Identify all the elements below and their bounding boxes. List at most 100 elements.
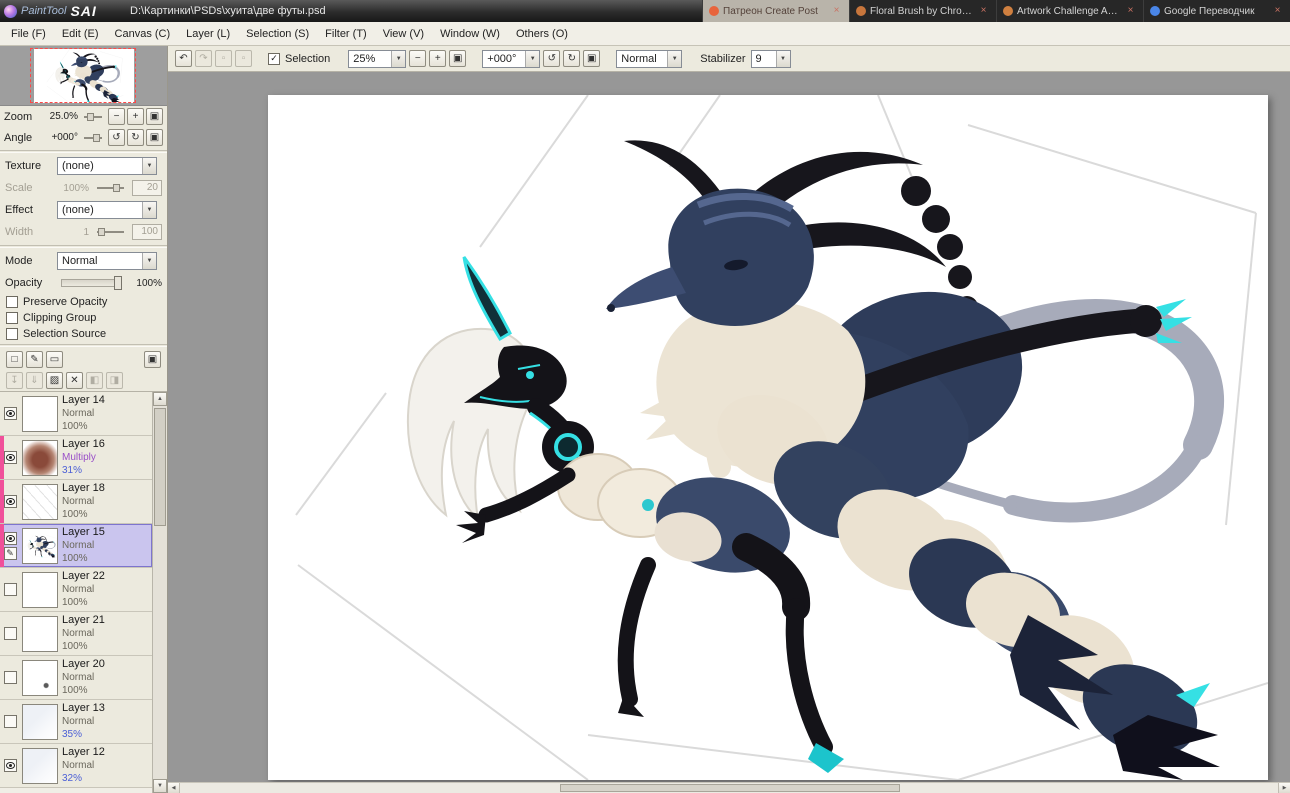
selection-undo-button[interactable]: ▫ <box>215 50 232 67</box>
clear-layer-button[interactable]: ▨ <box>46 372 63 389</box>
navigator-panel[interactable] <box>0 46 167 106</box>
zoom-reset-button[interactable]: ▣ <box>449 50 466 67</box>
new-layer-set-button[interactable]: ▭ <box>46 351 63 368</box>
browser-tab[interactable]: Artwork Challenge Arc…× <box>996 0 1143 22</box>
menu-item[interactable]: Layer (L) <box>179 25 237 43</box>
layer-row[interactable]: Layer 22Normal100% <box>0 568 152 612</box>
layer-visibility-toggle[interactable] <box>4 715 17 728</box>
layer-visibility-toggle[interactable] <box>4 532 17 545</box>
rotate-ccw-button[interactable]: ↺ <box>108 129 125 146</box>
canvas-area[interactable]: ◀ ▶ <box>168 72 1290 793</box>
dropdown-button[interactable]: ▼ <box>142 253 156 269</box>
layer-visibility-toggle[interactable] <box>4 759 17 772</box>
zoom-in-button[interactable]: + <box>127 108 144 125</box>
zoom-reset-button[interactable]: ▣ <box>146 108 163 125</box>
checkbox[interactable] <box>6 328 18 340</box>
rotate-cw-button[interactable]: ↻ <box>127 129 144 146</box>
close-tab-icon[interactable]: × <box>1271 5 1284 18</box>
layer-option[interactable]: Preserve Opacity <box>0 294 167 310</box>
undo-button[interactable]: ↶ <box>175 50 192 67</box>
menu-item[interactable]: Others (O) <box>509 25 575 43</box>
layer-row[interactable]: Layer 20Normal100% <box>0 656 152 700</box>
redo-button[interactable]: ↷ <box>195 50 212 67</box>
checkbox[interactable] <box>6 312 18 324</box>
stencil-button[interactable]: ◨ <box>106 372 123 389</box>
menu-item[interactable]: Window (W) <box>433 25 507 43</box>
zoom-slider[interactable] <box>84 110 102 124</box>
menu-item[interactable]: View (V) <box>376 25 431 43</box>
scroll-up-button[interactable]: ▲ <box>153 392 167 406</box>
layer-option[interactable]: Selection Source <box>0 326 167 342</box>
layer-visibility-toggle[interactable] <box>4 583 17 596</box>
opacity-slider[interactable] <box>61 279 122 287</box>
scrollbar-thumb[interactable] <box>154 408 166 526</box>
dropdown-button[interactable]: ▼ <box>667 51 681 67</box>
rotate-reset-button[interactable]: ▣ <box>583 50 600 67</box>
paint-effect-button[interactable]: ▣ <box>144 351 161 368</box>
canvas-horizontal-scrollbar[interactable]: ◀ ▶ <box>168 782 1290 793</box>
layer-visibility-toggle[interactable] <box>4 451 17 464</box>
layer-mode-select[interactable]: Normal ▼ <box>57 252 157 270</box>
delete-layer-button[interactable]: ✕ <box>66 372 83 389</box>
texture-select[interactable]: (none) ▼ <box>57 157 157 175</box>
dropdown-button[interactable]: ▼ <box>525 51 539 67</box>
browser-tab[interactable]: Floral Brush by Chrom…× <box>849 0 996 22</box>
zoom-out-button[interactable]: − <box>108 108 125 125</box>
mask-button[interactable]: ◧ <box>86 372 103 389</box>
rotate-cw-button[interactable]: ↻ <box>563 50 580 67</box>
dropdown-button[interactable]: ▼ <box>391 51 405 67</box>
document-canvas[interactable] <box>268 95 1268 780</box>
layer-visibility-toggle[interactable] <box>4 627 17 640</box>
stabilizer-select[interactable]: 9 ▼ <box>751 50 791 68</box>
menu-item[interactable]: Canvas (C) <box>108 25 178 43</box>
menu-item[interactable]: File (F) <box>4 25 53 43</box>
layer-row[interactable]: Layer 21Normal100% <box>0 612 152 656</box>
angle-select[interactable]: +000° ▼ <box>482 50 540 68</box>
layer-row[interactable]: Layer 14Normal100% <box>0 392 152 436</box>
zoom-out-button[interactable]: − <box>409 50 426 67</box>
menu-item[interactable]: Edit (E) <box>55 25 106 43</box>
close-tab-icon[interactable]: × <box>1124 5 1137 18</box>
scroll-left-button[interactable]: ◀ <box>168 783 180 793</box>
menu-item[interactable]: Filter (T) <box>318 25 374 43</box>
paint-mode-select[interactable]: Normal ▼ <box>616 50 682 68</box>
merge-down-button[interactable]: ⇓ <box>26 372 43 389</box>
navigator-view-rect[interactable] <box>30 48 136 103</box>
scrollbar-track[interactable] <box>180 783 1278 793</box>
layer-row[interactable]: Layer 12Normal32% <box>0 744 152 788</box>
layer-visibility-toggle[interactable] <box>4 495 17 508</box>
angle-slider[interactable] <box>84 131 102 145</box>
layer-visibility-toggle[interactable] <box>4 671 17 684</box>
dropdown-button[interactable]: ▼ <box>142 158 156 174</box>
layer-paint-mode-toggle[interactable]: ✎ <box>4 547 17 560</box>
new-lineart-layer-button[interactable]: ✎ <box>26 351 43 368</box>
opacity-slider-handle[interactable] <box>114 276 122 290</box>
effect-select[interactable]: (none) ▼ <box>57 201 157 219</box>
new-layer-button[interactable]: □ <box>6 351 23 368</box>
scrollbar-thumb[interactable] <box>560 784 900 792</box>
layer-list-scrollbar[interactable]: ▲ ▼ <box>152 392 167 793</box>
layer-row[interactable]: Layer 16Multiply31% <box>0 436 152 480</box>
layer-row[interactable]: Layer 18Normal100% <box>0 480 152 524</box>
selection-checkbox[interactable]: ✓ <box>268 53 280 65</box>
close-tab-icon[interactable]: × <box>830 5 843 18</box>
browser-tab[interactable]: Патреон Create Post× <box>702 0 849 22</box>
menu-item[interactable]: Selection (S) <box>239 25 316 43</box>
dropdown-button[interactable]: ▼ <box>776 51 790 67</box>
layer-row[interactable]: Layer 13Normal35% <box>0 700 152 744</box>
close-tab-icon[interactable]: × <box>977 5 990 18</box>
layer-visibility-toggle[interactable] <box>4 407 17 420</box>
transfer-down-button[interactable]: ↧ <box>6 372 23 389</box>
dropdown-button[interactable]: ▼ <box>142 202 156 218</box>
layer-option[interactable]: Clipping Group <box>0 310 167 326</box>
browser-tab[interactable]: Google Переводчик× <box>1143 0 1290 22</box>
rotate-ccw-button[interactable]: ↺ <box>543 50 560 67</box>
zoom-select[interactable]: 25% ▼ <box>348 50 406 68</box>
scroll-right-button[interactable]: ▶ <box>1278 783 1290 793</box>
rotate-reset-button[interactable]: ▣ <box>146 129 163 146</box>
layer-row[interactable]: ✎Layer 15Normal100% <box>0 524 152 568</box>
selection-redo-button[interactable]: ▫ <box>235 50 252 67</box>
checkbox[interactable] <box>6 296 18 308</box>
scroll-down-button[interactable]: ▼ <box>153 779 167 793</box>
zoom-in-button[interactable]: + <box>429 50 446 67</box>
